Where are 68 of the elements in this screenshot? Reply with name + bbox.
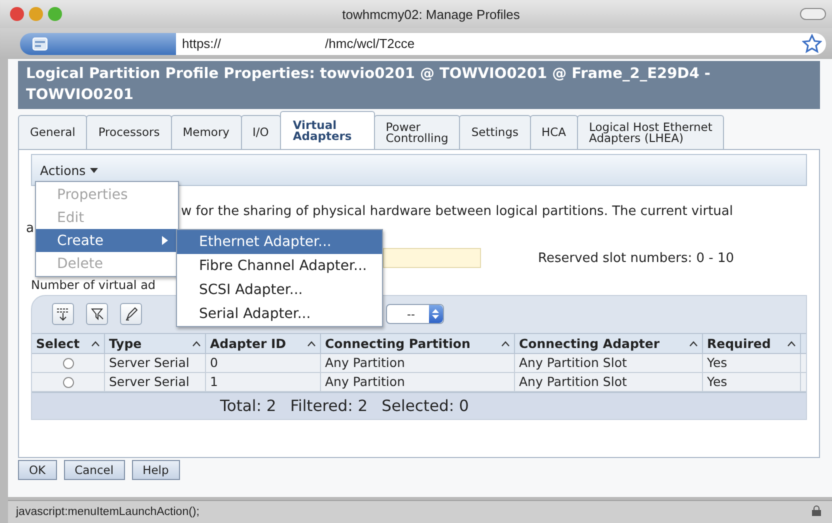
stepper-icon <box>432 308 440 320</box>
tab[interactable]: HCA <box>530 115 578 149</box>
table-cell: Any Partition Slot <box>515 373 703 391</box>
url-text: /hmc/wcl/T2cce <box>325 36 415 51</box>
menu-item[interactable]: Serial Adapter... <box>177 302 382 326</box>
table-cell: Any Partition Slot <box>515 354 703 372</box>
actions-menu-button[interactable]: Actions <box>40 162 98 178</box>
toolbar-button[interactable] <box>120 303 142 325</box>
lock-icon <box>811 505 822 517</box>
column-header[interactable]: Connecting Partition <box>321 334 515 353</box>
page-title: Logical Partition Profile Properties: towvio0201 @ TOWVIO0201 @ Frame_2_E29D4 - TOWVIO0201 <box>18 61 820 109</box>
radio-button[interactable] <box>62 358 74 368</box>
sort-icon <box>689 340 698 346</box>
toolbar-toggle-button[interactable] <box>800 8 826 20</box>
menu-item[interactable]: SCSI Adapter... <box>177 278 382 302</box>
footer-count: Total: 2 <box>220 397 276 415</box>
number-label: Number of virtual ad <box>31 278 156 292</box>
filter-select[interactable]: -- <box>386 304 444 324</box>
tab[interactable]: Logical Host Ethernet Adapters (LHEA) <box>577 115 724 149</box>
window-title: towhmcmy02: Manage Profiles <box>341 6 521 22</box>
column-header[interactable]: Required <box>703 334 801 353</box>
sort-icon <box>91 340 100 346</box>
tab[interactable]: Processors <box>86 115 172 149</box>
bookmark-star-icon <box>802 34 822 54</box>
tab[interactable]: Settings <box>459 115 530 149</box>
sort-icon <box>307 340 316 346</box>
column-header[interactable]: Adapter ID <box>206 334 321 353</box>
table-cell: Yes <box>703 354 801 372</box>
table-cell: 0 <box>206 354 321 372</box>
menu-item[interactable]: Create <box>36 229 178 252</box>
site-icon <box>32 36 48 50</box>
toolbar-button[interactable] <box>52 303 74 325</box>
window-control-button[interactable] <box>48 7 62 21</box>
menu-item[interactable]: Ethernet Adapter... <box>177 230 382 254</box>
column-header[interactable]: Select <box>32 334 105 353</box>
reserved-slots-text: Reserved slot numbers: 0 - 10 <box>538 250 734 266</box>
tab[interactable]: General <box>18 115 88 149</box>
radio-button[interactable] <box>62 376 74 388</box>
address-field[interactable]: https:// /hmc/wcl/T2cce <box>176 32 826 54</box>
tab[interactable]: Virtual Adapters <box>280 111 375 149</box>
caret-icon <box>90 168 98 172</box>
footer-count: Filtered: 2 <box>290 397 368 415</box>
tab[interactable]: Power Controlling <box>374 115 460 149</box>
menu-item[interactable]: Fibre Channel Adapter... <box>177 254 382 278</box>
description-text: a <box>26 221 34 236</box>
footer-count: Selected: 0 <box>382 397 469 415</box>
column-header[interactable]: Type <box>105 334 206 353</box>
description-text: w for the sharing of physical hardware between logical partitions. The current virtual <box>181 204 733 219</box>
table-cell: Any Partition <box>321 354 515 372</box>
table-cell: Server Serial <box>105 373 206 391</box>
sort-icon <box>787 340 796 346</box>
dialog-button[interactable]: OK <box>18 460 57 480</box>
url-text: https:// <box>182 36 222 51</box>
status-bar-text: javascript:menuItemLaunchAction(); <box>8 500 832 523</box>
tab[interactable]: I/O <box>240 115 281 149</box>
table-cell: 1 <box>206 373 321 391</box>
toolbar-button[interactable] <box>86 303 108 325</box>
column-header[interactable]: Connecting Adapter <box>515 334 703 353</box>
table-cell: Yes <box>703 373 801 391</box>
window-control-button[interactable] <box>10 7 24 21</box>
table-cell: Server Serial <box>105 354 206 372</box>
dialog-button[interactable]: Help <box>132 460 180 480</box>
dialog-button[interactable]: Cancel <box>64 460 125 480</box>
table-cell: Any Partition <box>321 373 515 391</box>
tab[interactable]: Memory <box>170 115 242 149</box>
sort-icon <box>501 340 510 346</box>
sort-icon <box>192 340 201 346</box>
input-field[interactable] <box>383 248 481 268</box>
